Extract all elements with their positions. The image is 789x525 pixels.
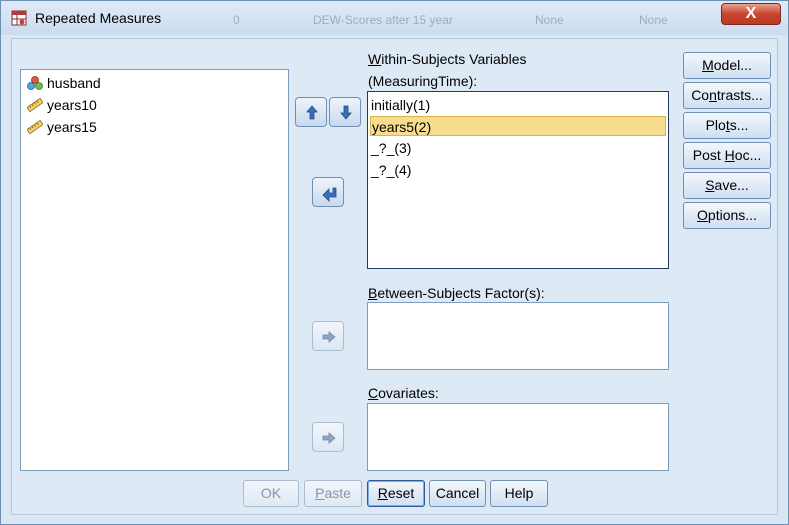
move-to-covariates-button[interactable]: [312, 422, 344, 452]
between-subjects-label: Between-Subjects Factor(s):: [368, 285, 545, 301]
background-cell: None: [535, 13, 564, 27]
arrow-down-icon: [340, 105, 352, 120]
help-button[interactable]: Help: [490, 480, 548, 507]
label-text: Post: [692, 147, 725, 163]
window-title: Repeated Measures: [35, 10, 162, 26]
paste-button[interactable]: Paste: [304, 480, 362, 507]
contrasts-button[interactable]: Contrasts...: [683, 82, 771, 109]
model-button[interactable]: Model...: [683, 52, 771, 79]
mnemonic-letter: B: [368, 285, 378, 301]
label-text: trasts...: [716, 87, 763, 103]
mnemonic-letter: W: [368, 51, 382, 67]
covariates-label: Covariates:: [368, 385, 439, 401]
move-to-within-button[interactable]: [312, 177, 344, 207]
label-text: ave...: [714, 177, 749, 193]
mnemonic-letter: n: [709, 87, 717, 103]
background-cell: None: [639, 13, 668, 27]
label-text: eset: [387, 485, 415, 501]
plots-button[interactable]: Plots...: [683, 112, 771, 139]
label-text: ovariates:: [378, 385, 439, 401]
mnemonic-letter: S: [705, 177, 715, 193]
background-cell: 0: [233, 13, 240, 27]
variable-name: husband: [47, 75, 101, 91]
title-bar: Repeated Measures 0 DEW-Scores after 15 …: [1, 1, 788, 35]
variable-name: years15: [47, 119, 97, 135]
label-text: odel...: [713, 57, 752, 73]
move-to-between-button[interactable]: [312, 321, 344, 351]
mnemonic-letter: H: [724, 147, 735, 163]
variable-name: years10: [47, 97, 97, 113]
list-item[interactable]: _?_(4): [370, 160, 666, 180]
move-up-button[interactable]: [295, 97, 327, 127]
covariates-list[interactable]: [367, 403, 669, 471]
cancel-button[interactable]: Cancel: [429, 480, 486, 507]
ok-button[interactable]: OK: [243, 480, 299, 507]
list-item-selected[interactable]: years5(2): [370, 116, 666, 136]
arrow-up-icon: [306, 105, 318, 120]
within-subjects-list[interactable]: initially(1) years5(2) _?_(3) _?_(4): [367, 91, 669, 269]
save-button[interactable]: Save...: [683, 172, 771, 199]
reset-button[interactable]: Reset: [367, 480, 425, 507]
within-subjects-label: Within-Subjects Variables: [368, 51, 526, 67]
mnemonic-letter: M: [702, 57, 714, 73]
list-item[interactable]: initially(1): [370, 95, 666, 115]
scale-ruler-icon: [27, 120, 43, 134]
arrow-right-icon: [322, 331, 336, 343]
arrow-left-icon: [322, 187, 337, 202]
spss-dialog-icon: [11, 10, 27, 26]
label-text: s...: [729, 117, 749, 133]
options-button[interactable]: Options...: [683, 202, 771, 229]
mnemonic-letter: C: [368, 385, 379, 401]
between-subjects-list[interactable]: [367, 302, 669, 370]
list-item[interactable]: years15: [27, 117, 97, 137]
arrow-right-icon: [322, 432, 336, 444]
mnemonic-letter: R: [377, 485, 388, 501]
move-down-button[interactable]: [329, 97, 361, 127]
scale-ruler-icon: [27, 98, 43, 112]
list-item[interactable]: _?_(3): [370, 138, 666, 158]
close-button[interactable]: X: [721, 3, 781, 25]
label-text: ithin-Subjects Variables: [381, 51, 527, 67]
source-variable-list[interactable]: husband years10 years15: [20, 69, 289, 471]
label-text: etween-Subjects Factor(s):: [377, 285, 545, 301]
list-item[interactable]: husband: [27, 73, 101, 93]
nominal-icon: [27, 76, 43, 90]
label-text: ptions...: [707, 207, 757, 223]
within-factor-name: (MeasuringTime):: [368, 73, 478, 89]
mnemonic-letter: O: [697, 207, 708, 223]
label-text: Co: [691, 87, 710, 103]
label-text: aste: [324, 485, 351, 501]
post-hoc-button[interactable]: Post Hoc...: [683, 142, 771, 169]
label-text: oc...: [734, 147, 762, 163]
repeated-measures-dialog: Repeated Measures 0 DEW-Scores after 15 …: [0, 0, 789, 525]
list-item[interactable]: years10: [27, 95, 97, 115]
label-text: Plo: [705, 117, 726, 133]
close-icon: X: [745, 5, 757, 22]
background-cell: DEW-Scores after 15 year: [313, 13, 453, 27]
